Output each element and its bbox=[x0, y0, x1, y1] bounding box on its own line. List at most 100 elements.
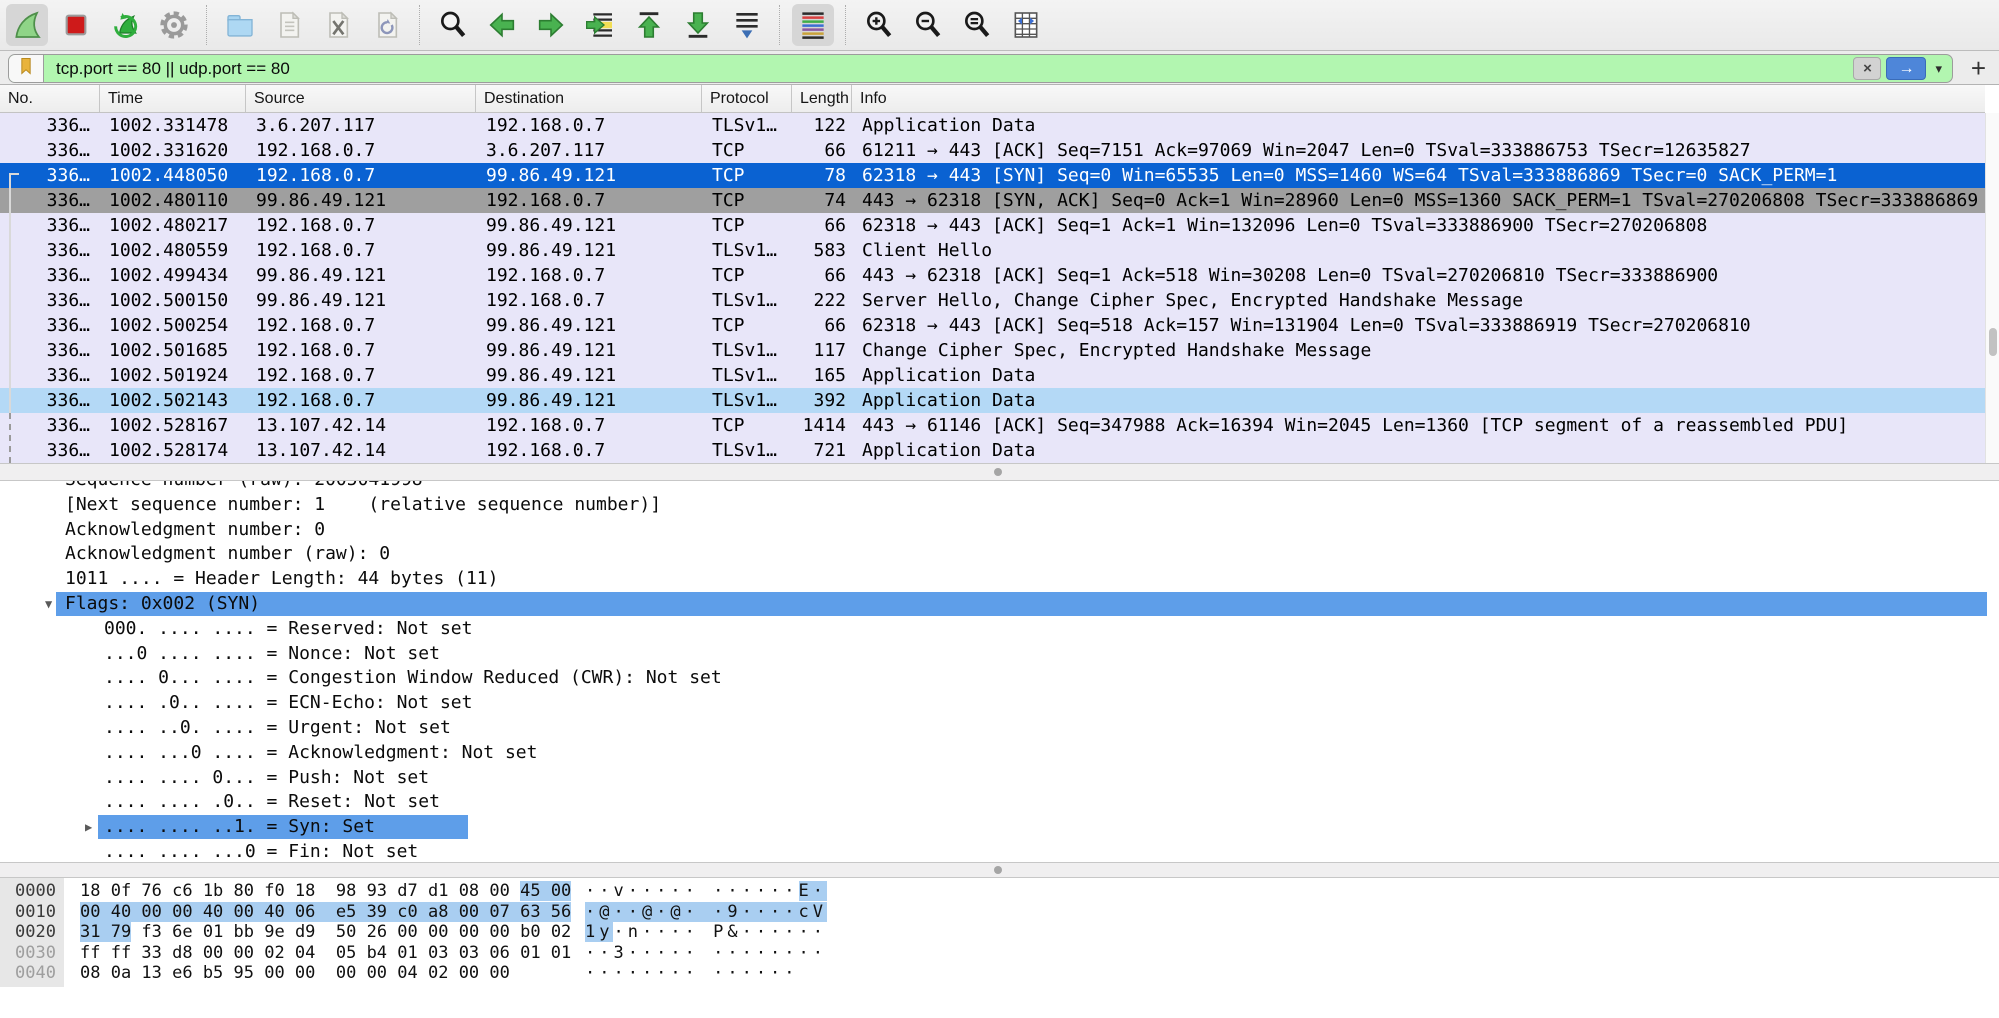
packet-row[interactable]: 336…1002.480559192.168.0.799.86.49.121TL… bbox=[0, 238, 1985, 263]
magnifier-icon bbox=[437, 9, 469, 41]
hex-row[interactable]: 002031 79 f3 6e 01 bb 9e d9 50 26 00 00 … bbox=[0, 922, 1999, 943]
detail-line[interactable]: .... 0... .... = Congestion Window Reduc… bbox=[0, 666, 1999, 691]
packet-cell-info: Change Cipher Spec, Encrypted Handshake … bbox=[852, 338, 1985, 363]
close-document-icon bbox=[322, 9, 354, 41]
detail-line[interactable]: [Next sequence number: 1 (relative seque… bbox=[0, 493, 1999, 518]
detail-line[interactable]: 000. .... .... = Reserved: Not set bbox=[0, 617, 1999, 642]
reload-capture-file-button[interactable] bbox=[366, 4, 408, 46]
go-to-packet-button[interactable] bbox=[579, 4, 621, 46]
pane-splitter-upper[interactable] bbox=[0, 463, 1999, 481]
packet-row[interactable]: 336…1002.48011099.86.49.121192.168.0.7TC… bbox=[0, 188, 1985, 213]
hex-row[interactable]: 000018 0f 76 c6 1b 80 f0 18 98 93 d7 d1 … bbox=[0, 881, 1999, 902]
detail-line[interactable]: .... .... ...0 = Fin: Not set bbox=[0, 840, 1999, 862]
filter-dropdown-chevron-icon[interactable]: ▾ bbox=[1935, 61, 1942, 77]
column-header-time[interactable]: Time bbox=[100, 85, 246, 112]
packet-cell-protocol: TCP bbox=[702, 413, 792, 438]
packet-row[interactable]: 336…1002.501924192.168.0.799.86.49.121TL… bbox=[0, 363, 1985, 388]
hex-ascii[interactable]: ··v····· ······E· bbox=[585, 881, 827, 902]
hex-ascii[interactable]: ········ ······ bbox=[585, 963, 799, 984]
hex-ascii[interactable]: ·@··@·@· ·9····cV bbox=[585, 902, 827, 923]
hex-bytes[interactable]: 31 79 f3 6e 01 bb 9e d9 50 26 00 00 00 0… bbox=[80, 922, 571, 943]
packet-cell-source: 192.168.0.7 bbox=[246, 138, 476, 163]
hex-bytes[interactable]: 08 0a 13 e6 b5 95 00 00 00 00 04 02 00 0… bbox=[80, 963, 510, 984]
packet-cell-protocol: TLSv1… bbox=[702, 113, 792, 138]
zoom-in-button[interactable] bbox=[858, 4, 900, 46]
column-header-source[interactable]: Source bbox=[246, 85, 476, 112]
capture-options-button[interactable] bbox=[153, 4, 195, 46]
pane-splitter-lower[interactable] bbox=[0, 862, 1999, 878]
hex-row[interactable]: 001000 40 00 00 40 00 40 06 e5 39 c0 a8 … bbox=[0, 902, 1999, 923]
stop-capture-button[interactable] bbox=[55, 4, 97, 46]
save-capture-file-button[interactable] bbox=[268, 4, 310, 46]
packet-row[interactable]: 336…1002.49943499.86.49.121192.168.0.7TC… bbox=[0, 263, 1985, 288]
restart-capture-button[interactable] bbox=[104, 4, 146, 46]
open-capture-file-button[interactable] bbox=[219, 4, 261, 46]
detail-line[interactable]: .... ...0 .... = Acknowledgment: Not set bbox=[0, 741, 1999, 766]
hex-row[interactable]: 0030ff ff 33 d8 00 00 02 04 05 b4 01 03 … bbox=[0, 943, 1999, 964]
detail-text: 000. .... .... = Reserved: Not set bbox=[104, 617, 472, 642]
go-forward-button[interactable] bbox=[530, 4, 572, 46]
expand-arrow-icon[interactable]: ▶ bbox=[85, 815, 92, 840]
filter-bookmark-button[interactable] bbox=[9, 55, 44, 82]
detail-line[interactable]: ▶.... .... ..1. = Syn: Set bbox=[0, 815, 1999, 840]
add-filter-button[interactable]: + bbox=[1971, 52, 1986, 84]
detail-line[interactable]: Acknowledgment number (raw): 0 bbox=[0, 542, 1999, 567]
zoom-reset-button[interactable] bbox=[956, 4, 998, 46]
display-filter-input[interactable]: tcp.port == 80 || udp.port == 80 × → ▾ bbox=[8, 54, 1953, 83]
detail-line[interactable]: 1011 .... = Header Length: 44 bytes (11) bbox=[0, 567, 1999, 592]
go-to-last-packet-button[interactable] bbox=[677, 4, 719, 46]
zoom-out-button[interactable] bbox=[907, 4, 949, 46]
start-capture-button[interactable] bbox=[6, 4, 48, 46]
packet-cell-length: 721 bbox=[792, 438, 852, 463]
detail-line[interactable]: .... .... 0... = Push: Not set bbox=[0, 766, 1999, 791]
hex-bytes[interactable]: ff ff 33 d8 00 00 02 04 05 b4 01 03 03 0… bbox=[80, 943, 571, 964]
clear-filter-button[interactable]: × bbox=[1853, 57, 1881, 80]
packet-cell-protocol: TCP bbox=[702, 163, 792, 188]
detail-line[interactable]: .... ..0. .... = Urgent: Not set bbox=[0, 716, 1999, 741]
hex-ascii[interactable]: 1y·n···· P&······ bbox=[585, 922, 827, 943]
colorize-packets-button[interactable] bbox=[792, 4, 834, 46]
hex-bytes[interactable]: 18 0f 76 c6 1b 80 f0 18 98 93 d7 d1 08 0… bbox=[80, 881, 571, 902]
packet-row[interactable]: 336…1002.501685192.168.0.799.86.49.121TL… bbox=[0, 338, 1985, 363]
packet-row[interactable]: 336…1002.52817413.107.42.14192.168.0.7TL… bbox=[0, 438, 1985, 463]
packet-list-header: No.TimeSourceDestinationProtocolLengthIn… bbox=[0, 85, 1985, 113]
packet-row[interactable]: 336…1002.52816713.107.42.14192.168.0.7TC… bbox=[0, 413, 1985, 438]
detail-line[interactable]: ▼Flags: 0x002 (SYN) bbox=[0, 592, 1999, 617]
packet-row[interactable]: 336…1002.502143192.168.0.799.86.49.121TL… bbox=[0, 388, 1985, 413]
detail-line[interactable]: Sequence number (raw): 2005041998 bbox=[0, 481, 1999, 493]
packet-cell-info: 62318 → 443 [ACK] Seq=518 Ack=157 Win=13… bbox=[852, 313, 1985, 338]
packet-row[interactable]: 336…1002.50015099.86.49.121192.168.0.7TL… bbox=[0, 288, 1985, 313]
go-back-button[interactable] bbox=[481, 4, 523, 46]
column-header-no[interactable]: No. bbox=[0, 85, 100, 112]
auto-scroll-button[interactable] bbox=[726, 4, 768, 46]
detail-line[interactable]: Acknowledgment number: 0 bbox=[0, 518, 1999, 543]
packet-row[interactable]: 336…1002.448050192.168.0.799.86.49.121TC… bbox=[0, 163, 1985, 188]
column-header-protocol[interactable]: Protocol bbox=[702, 85, 792, 112]
scrollbar-thumb[interactable] bbox=[1989, 328, 1997, 356]
apply-filter-button[interactable]: → bbox=[1886, 57, 1926, 80]
packet-cell-time: 1002.500254 bbox=[100, 313, 246, 338]
packet-row[interactable]: 336…1002.500254192.168.0.799.86.49.121TC… bbox=[0, 313, 1985, 338]
hex-ascii[interactable]: ··3····· ········ bbox=[585, 943, 827, 964]
column-header-destination[interactable]: Destination bbox=[476, 85, 702, 112]
hex-row[interactable]: 004008 0a 13 e6 b5 95 00 00 00 00 04 02 … bbox=[0, 963, 1999, 984]
detail-line[interactable]: ...0 .... .... = Nonce: Not set bbox=[0, 642, 1999, 667]
packet-row[interactable]: 336…1002.480217192.168.0.799.86.49.121TC… bbox=[0, 213, 1985, 238]
packet-cell-length: 122 bbox=[792, 113, 852, 138]
close-capture-file-button[interactable] bbox=[317, 4, 359, 46]
go-to-first-packet-button[interactable] bbox=[628, 4, 670, 46]
colorize-icon bbox=[797, 9, 829, 41]
packet-cell-info: Client Hello bbox=[852, 238, 1985, 263]
find-packet-button[interactable] bbox=[432, 4, 474, 46]
packet-list-scrollbar[interactable] bbox=[1985, 113, 1999, 463]
detail-line[interactable]: .... .0.. .... = ECN-Echo: Not set bbox=[0, 691, 1999, 716]
filter-expression[interactable]: tcp.port == 80 || udp.port == 80 bbox=[56, 59, 1853, 79]
packet-row[interactable]: 336…1002.331620192.168.0.73.6.207.117TCP… bbox=[0, 138, 1985, 163]
detail-line[interactable]: .... .... .0.. = Reset: Not set bbox=[0, 790, 1999, 815]
resize-columns-button[interactable] bbox=[1005, 4, 1047, 46]
packet-row[interactable]: 336…1002.3314783.6.207.117192.168.0.7TLS… bbox=[0, 113, 1985, 138]
column-header-info[interactable]: Info bbox=[852, 85, 1985, 112]
collapse-arrow-icon[interactable]: ▼ bbox=[45, 592, 52, 617]
column-header-length[interactable]: Length bbox=[792, 85, 852, 112]
hex-bytes[interactable]: 00 40 00 00 40 00 40 06 e5 39 c0 a8 00 0… bbox=[80, 902, 571, 923]
